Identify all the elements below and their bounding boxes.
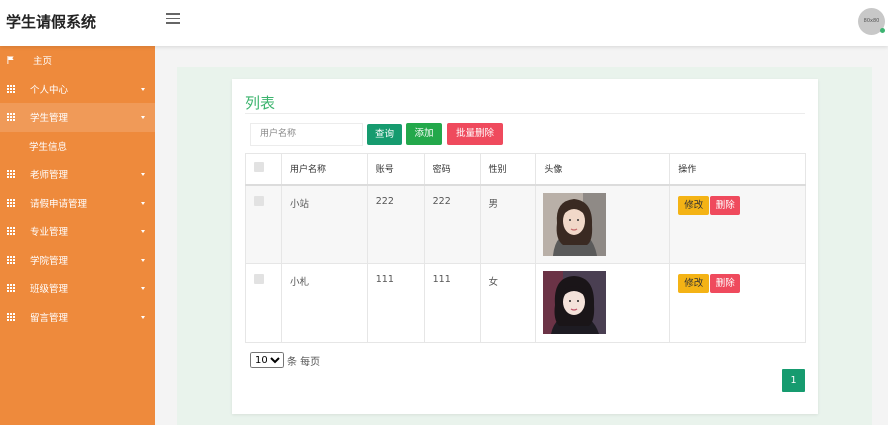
title-divider [245, 113, 805, 114]
sidebar-item-label: 专业管理 [30, 227, 69, 239]
chevron-down-icon [141, 173, 145, 177]
cell-account: 222 [366, 184, 425, 264]
cell-password: 222 [423, 184, 481, 264]
edit-button[interactable]: 修改 [678, 274, 710, 293]
column-header: 用户名称 [280, 153, 368, 186]
sidebar-item-label: 学生管理 [30, 113, 69, 125]
sidebar-item-label: 主页 [33, 56, 53, 68]
sidebar-item-class-management[interactable]: 班级管理 [0, 274, 155, 303]
page-size-control: 10 条 每页 [250, 352, 320, 368]
table-row: 小札 111 111 女 修改 删除 [245, 263, 806, 343]
add-button[interactable]: 添加 [406, 123, 442, 145]
table-row: 小站 222 222 男 修改 删除 [245, 184, 806, 264]
row-select-cell [245, 263, 282, 343]
cell-password: 111 [423, 263, 481, 343]
grid-icon [7, 227, 15, 236]
cell-gender: 男 [479, 184, 537, 264]
cell-avatar [535, 263, 671, 343]
cell-actions: 修改 删除 [669, 263, 806, 343]
column-header: 头像 [535, 153, 671, 186]
grid-icon [7, 312, 15, 321]
chevron-down-icon [141, 87, 145, 91]
cell-actions: 修改 删除 [669, 184, 806, 264]
chevron-down-icon [141, 287, 145, 291]
sidebar-item-leave-application[interactable]: 请假申请管理 [0, 189, 155, 218]
sidebar-item-label: 请假申请管理 [30, 198, 88, 210]
flag-icon [7, 56, 14, 65]
grid-icon [7, 170, 15, 179]
grid-icon [7, 113, 15, 122]
app-title: 学生请假系统 [6, 13, 97, 31]
table-header-row: 用户名称 账号 密码 性别 头像 操作 [245, 153, 806, 186]
cell-avatar [535, 184, 671, 264]
sidebar-item-college-management[interactable]: 学院管理 [0, 246, 155, 275]
delete-button[interactable]: 删除 [710, 195, 741, 215]
cell-gender: 女 [479, 263, 537, 343]
sidebar-item-teacher-management[interactable]: 老师管理 [0, 160, 155, 189]
online-status-dot [880, 28, 885, 33]
select-all-checkbox[interactable] [254, 162, 264, 173]
chevron-down-icon [141, 258, 145, 262]
main-area: 列表 用户名称 查询 添加 批量删除 用户名称 账号 密码 性别 头像 操作 小… [155, 46, 888, 425]
avatar-photo [543, 192, 607, 256]
sidebar-item-message-management[interactable]: 留言管理 [0, 303, 155, 332]
content-background: 列表 用户名称 查询 添加 批量删除 用户名称 账号 密码 性别 头像 操作 小… [177, 67, 872, 425]
batch-delete-button[interactable]: 批量删除 [447, 123, 503, 145]
sidebar-item-home[interactable]: 主页 [0, 46, 155, 75]
data-table: 用户名称 账号 密码 性别 头像 操作 小站 222 222 男 修改 删除 小… [245, 153, 806, 343]
sidebar-item-personal-center[interactable]: 个人中心 [0, 75, 155, 104]
chevron-down-icon [141, 201, 145, 205]
row-checkbox[interactable] [254, 274, 264, 284]
sidebar-item-major-management[interactable]: 专业管理 [0, 217, 155, 246]
column-header: 性别 [479, 153, 537, 186]
column-header: 操作 [669, 153, 806, 186]
grid-icon [7, 198, 15, 207]
cell-name: 小札 [280, 263, 368, 343]
pagination-page-button[interactable]: 1 [782, 369, 805, 392]
avatar-photo [543, 271, 607, 334]
chevron-down-icon [141, 315, 145, 319]
grid-icon [7, 84, 15, 93]
edit-button[interactable]: 修改 [678, 195, 710, 215]
sidebar-item-label: 老师管理 [30, 170, 69, 182]
sidebar-subitem-student-info[interactable]: 学生信息 [0, 131, 155, 160]
chevron-down-icon [141, 230, 145, 234]
row-checkbox[interactable] [254, 195, 264, 206]
page-title: 列表 [245, 94, 276, 112]
delete-button[interactable]: 删除 [710, 274, 741, 293]
search-input[interactable]: 用户名称 [250, 123, 363, 146]
column-header: 密码 [423, 153, 481, 186]
sidebar-item-label: 班级管理 [30, 284, 69, 296]
cell-name: 小站 [280, 184, 368, 264]
list-card: 列表 用户名称 查询 添加 批量删除 用户名称 账号 密码 性别 头像 操作 小… [232, 79, 818, 414]
sidebar-item-label: 学院管理 [30, 255, 69, 267]
menu-toggle-icon[interactable] [166, 13, 180, 25]
sidebar-item-label: 个人中心 [30, 84, 69, 96]
column-header: 账号 [366, 153, 425, 186]
grid-icon [7, 284, 15, 293]
select-all-cell [245, 153, 282, 186]
sidebar: 主页 个人中心 学生管理 学生信息 老师管理 请假申请管理 专业管理 学院管理 … [0, 46, 155, 425]
query-button[interactable]: 查询 [367, 124, 402, 145]
sidebar-item-student-management[interactable]: 学生管理 [0, 103, 155, 132]
sidebar-item-label: 留言管理 [30, 312, 69, 324]
grid-icon [7, 255, 15, 264]
row-select-cell [245, 184, 282, 264]
top-header: 学生请假系统 80x80 [0, 0, 888, 46]
chevron-down-icon [141, 116, 145, 120]
page-size-label: 条 每页 [287, 356, 321, 368]
page-size-select[interactable]: 10 [250, 352, 284, 368]
cell-account: 111 [366, 263, 425, 343]
